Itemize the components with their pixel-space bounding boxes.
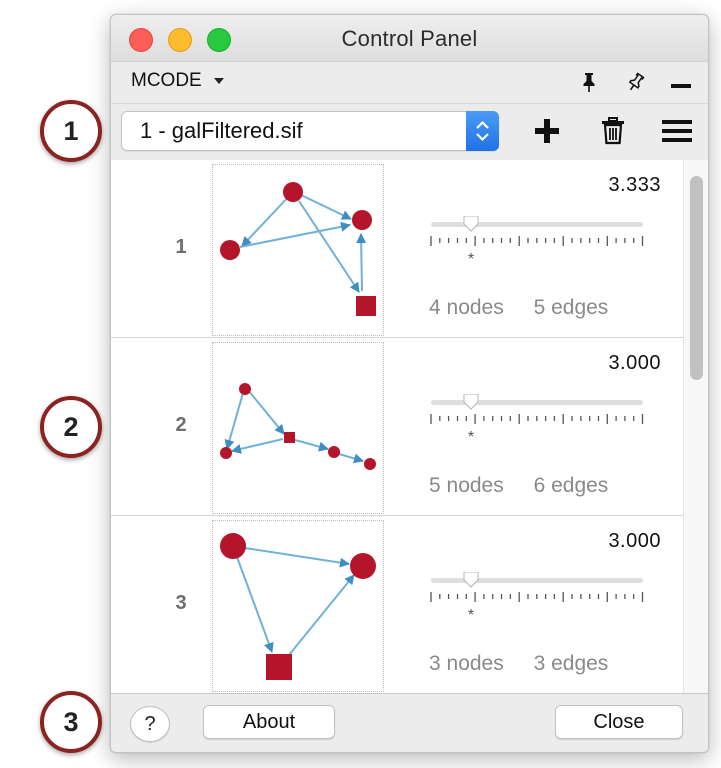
about-button[interactable]: About [203,705,335,739]
cluster-score: 3.333 [608,174,661,196]
cluster-node-score-slider[interactable]: * [429,215,645,288]
cluster-row[interactable]: 1 3.333 * 4 nodes 5 edges [111,160,683,338]
hamburger-menu-icon[interactable] [662,116,692,146]
cluster-nodes-count: 3 nodes [429,652,504,675]
cluster-edges-count: 6 edges [533,474,609,497]
cluster-node-score-slider[interactable]: * [429,393,645,466]
help-button[interactable]: ? [130,706,170,742]
cluster-network-thumbnail[interactable] [212,164,384,336]
footer-bar: ? About Close [111,693,708,752]
callout-badge: 2 [40,396,102,458]
slider-marker: * [468,251,474,268]
slider-marker: * [468,607,474,624]
cluster-rank: 2 [175,414,187,436]
network-toolbar: 1 - galFiltered.sif [111,103,708,161]
cluster-counts: 4 nodes 5 edges [429,296,661,320]
mcode-menu[interactable]: MCODE [131,70,224,92]
title-bar: Control Panel [111,15,708,62]
cluster-row[interactable]: 3 3.000 * 3 nodes 3 edges [111,516,683,693]
control-panel-window: Control Panel MCODE 1 - galFiltered.sif [110,14,709,753]
add-icon[interactable] [532,116,562,146]
cluster-nodes-count: 5 nodes [429,474,504,497]
panel-menu-row: MCODE [111,62,708,102]
vertical-scrollbar[interactable] [683,160,708,693]
cluster-edges-count: 5 edges [533,296,609,319]
cluster-counts: 5 nodes 6 edges [429,474,661,498]
cluster-network-thumbnail[interactable] [212,520,384,692]
trash-icon[interactable] [598,116,628,146]
network-select-value: 1 - galFiltered.sif [140,118,303,143]
pin-icon[interactable] [577,70,601,94]
unpin-icon[interactable] [624,70,648,94]
close-button[interactable]: Close [555,705,683,739]
chevron-updown-icon[interactable] [466,111,499,151]
cluster-rank: 1 [175,236,187,258]
cluster-rank: 3 [175,592,187,614]
cluster-score: 3.000 [608,352,661,374]
caret-down-icon [213,78,224,84]
cluster-network-thumbnail[interactable] [212,342,384,514]
cluster-edges-count: 3 edges [533,652,609,675]
scrollbar-thumb[interactable] [690,176,703,380]
cluster-score: 3.000 [608,530,661,552]
minimize-icon[interactable] [669,70,693,94]
cluster-counts: 3 nodes 3 edges [429,652,661,676]
cluster-nodes-count: 4 nodes [429,296,504,319]
callout-badge: 1 [40,100,102,162]
mcode-menu-label: MCODE [131,70,202,91]
cluster-row[interactable]: 2 3.000 * 5 nodes 6 edges [111,338,683,516]
window-title: Control Panel [341,26,478,51]
slider-marker: * [468,429,474,446]
cluster-node-score-slider[interactable]: * [429,571,645,644]
network-select[interactable]: 1 - galFiltered.sif [121,111,499,151]
cluster-list[interactable]: 1 3.333 * 4 nodes 5 edges 2 3.000 * 5 no… [111,160,683,693]
callout-badge: 3 [40,691,102,753]
